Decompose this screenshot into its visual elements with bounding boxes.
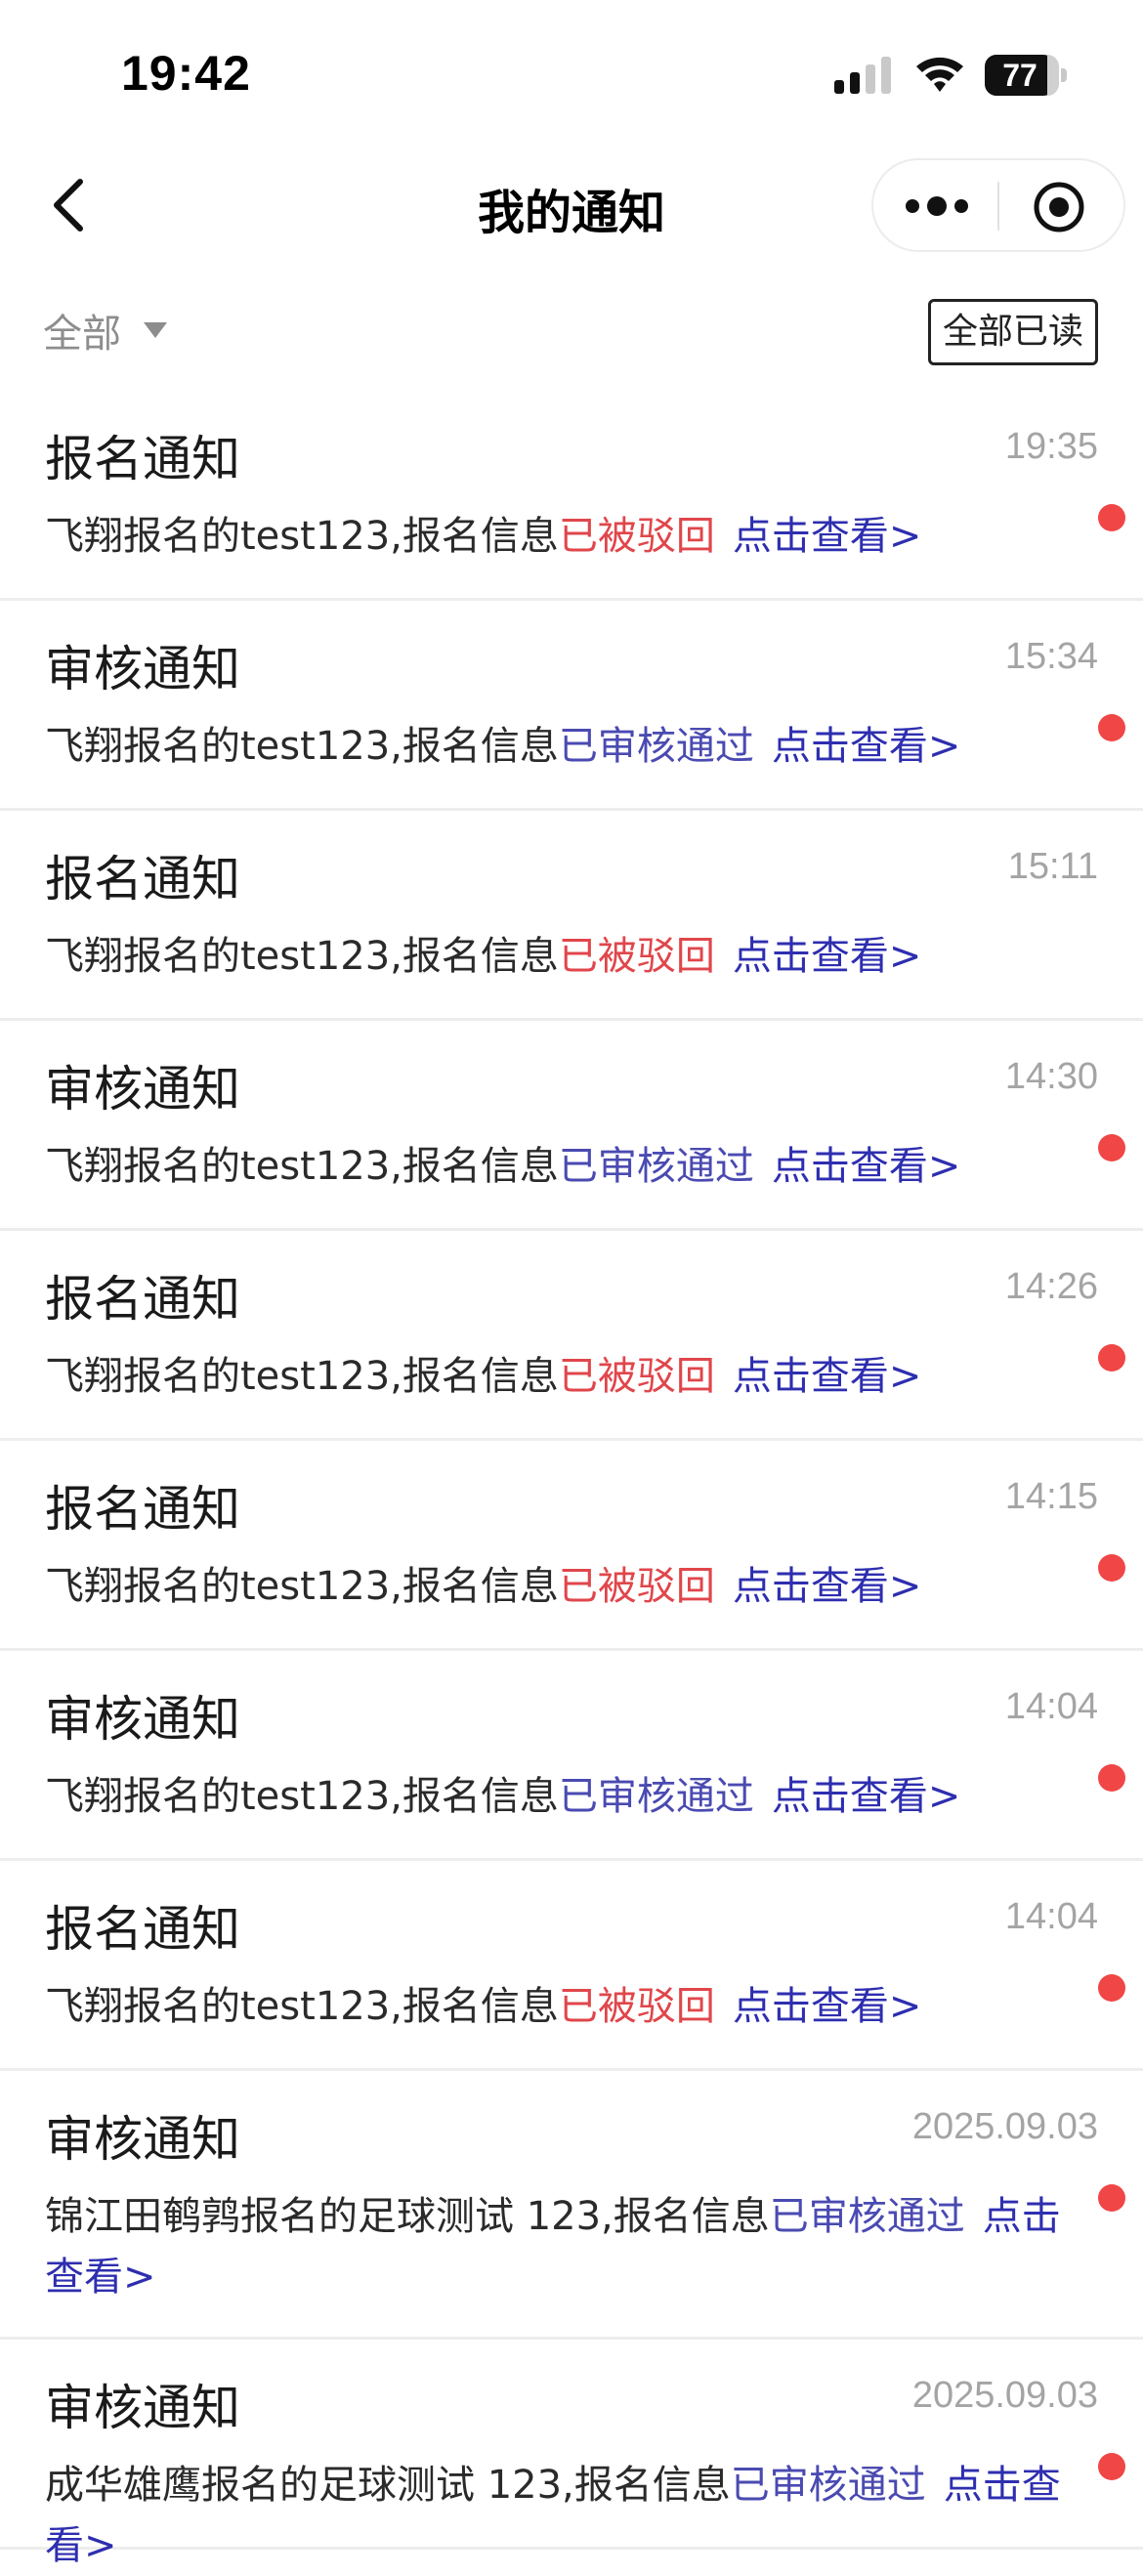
notification-title: 审核通知 <box>45 2111 240 2168</box>
mini-program-capsule <box>871 158 1125 252</box>
status-rejected: 已被驳回 <box>558 1984 715 2029</box>
battery-level: 77 <box>1002 58 1037 93</box>
signal-icon <box>834 57 891 94</box>
status-approved: 已审核通过 <box>769 2194 965 2239</box>
unread-dot <box>1098 2184 1125 2212</box>
notification-message: 飞翔报名的test123,报名信息已被驳回 点击查看> <box>45 1556 1080 1617</box>
message-text: 飞翔报名的test123,报名信息 <box>45 1354 559 1399</box>
notification-title: 报名通知 <box>45 1901 240 1958</box>
message-text: 飞翔报名的test123,报名信息 <box>45 514 559 559</box>
status-rejected: 已被驳回 <box>558 934 715 979</box>
notification-title: 报名通知 <box>45 851 240 908</box>
notification-item[interactable]: 审核通知 15:34 飞翔报名的test123,报名信息已审核通过 点击查看> <box>0 601 1143 811</box>
status-time: 19:42 <box>121 46 251 101</box>
notification-time: 14:04 <box>1004 1686 1098 1727</box>
capsule-divider <box>997 182 999 231</box>
status-bar: 19:42 77 <box>0 0 1143 147</box>
view-details-link[interactable]: 点击查看> <box>733 934 922 979</box>
status-approved: 已审核通过 <box>558 1774 754 1819</box>
unread-dot <box>1098 2453 1125 2480</box>
status-rejected: 已被驳回 <box>558 1354 715 1399</box>
unread-dot <box>1098 1344 1125 1372</box>
notification-item[interactable]: 审核通知 14:30 飞翔报名的test123,报名信息已审核通过 点击查看> <box>0 1021 1143 1231</box>
nav-bar: 我的通知 <box>0 147 1143 264</box>
notification-message: 飞翔报名的test123,报名信息已审核通过 点击查看> <box>45 1766 1080 1827</box>
view-details-link[interactable]: 点击查看> <box>733 1354 922 1399</box>
notification-time: 14:30 <box>1004 1056 1098 1097</box>
unread-dot <box>1098 1134 1125 1161</box>
notification-time: 14:26 <box>1004 1266 1098 1307</box>
notification-item[interactable]: 报名通知 14:04 飞翔报名的test123,报名信息已被驳回 点击查看> <box>0 1861 1143 2071</box>
filter-dropdown[interactable]: 全部 <box>43 301 168 359</box>
wifi-icon <box>916 57 963 92</box>
notification-title: 审核通知 <box>45 1061 240 1118</box>
message-text: 飞翔报名的test123,报名信息 <box>45 1564 559 1609</box>
caret-down-icon <box>144 322 167 338</box>
view-details-link[interactable]: 点击查看> <box>772 1774 961 1819</box>
notification-time: 14:04 <box>1004 1896 1098 1937</box>
notification-time: 15:11 <box>1007 846 1098 887</box>
notification-item[interactable]: 报名通知 19:35 飞翔报名的test123,报名信息已被驳回 点击查看> <box>0 391 1143 601</box>
notification-message: 飞翔报名的test123,报名信息已被驳回 点击查看> <box>45 1976 1080 2037</box>
unread-dot <box>1098 504 1125 531</box>
view-details-link[interactable]: 点击查看> <box>733 1984 922 2029</box>
notification-time: 2025.09.03 <box>911 2375 1098 2416</box>
more-icon[interactable] <box>903 193 971 219</box>
notification-message: 飞翔报名的test123,报名信息已审核通过 点击查看> <box>45 1136 1080 1197</box>
notification-item[interactable]: 报名通知 15:11 飞翔报名的test123,报名信息已被驳回 点击查看> <box>0 811 1143 1021</box>
notification-list: 报名通知 19:35 飞翔报名的test123,报名信息已被驳回 点击查看> 审核通知 1… <box>0 391 1143 2568</box>
notification-title: 审核通知 <box>45 641 240 697</box>
notification-item[interactable]: 报名通知 14:26 飞翔报名的test123,报名信息已被驳回 点击查看> <box>0 1231 1143 1441</box>
view-details-link[interactable]: 点击查看> <box>733 1564 922 1609</box>
unread-dot <box>1098 1764 1125 1792</box>
notification-title: 审核通知 <box>45 1691 240 1748</box>
notification-title: 报名通知 <box>45 1271 240 1328</box>
view-details-link[interactable]: 点击查看> <box>772 1144 961 1189</box>
notification-item[interactable]: 审核通知 2025.09.03 成华雄鹰报名的足球测试 123,报名信息已审核通过点… <box>0 2340 1143 2568</box>
notification-time: 19:35 <box>1004 426 1098 467</box>
notification-title: 报名通知 <box>45 431 240 487</box>
notification-message: 飞翔报名的test123,报名信息已审核通过 点击查看> <box>45 716 1080 777</box>
notification-message: 锦江田鹌鹑报名的足球测试 123,报名信息已审核通过 点击查看> <box>45 2186 1080 2307</box>
filter-bar: 全部 全部已读 <box>0 283 1143 371</box>
notification-item[interactable]: 审核通知 14:04 飞翔报名的test123,报名信息已审核通过 点击查看> <box>0 1651 1143 1861</box>
message-text: 飞翔报名的test123,报名信息 <box>45 1774 559 1819</box>
status-rejected: 已被驳回 <box>558 514 715 559</box>
notification-message: 飞翔报名的test123,报名信息已被驳回 点击查看> <box>45 926 1080 987</box>
status-approved: 已审核通过 <box>558 1144 754 1189</box>
status-rejected: 已被驳回 <box>558 1564 715 1609</box>
message-text: 飞翔报名的test123,报名信息 <box>45 934 559 979</box>
mark-all-read-button[interactable]: 全部已读 <box>928 299 1098 365</box>
notification-title: 报名通知 <box>45 1481 240 1538</box>
view-details-link[interactable]: 点击查看> <box>733 514 922 559</box>
notification-item[interactable]: 审核通知 2025.09.03 锦江田鹌鹑报名的足球测试 123,报名信息已审核通过… <box>0 2071 1143 2340</box>
notification-message: 飞翔报名的test123,报名信息已被驳回 点击查看> <box>45 1346 1080 1407</box>
message-text: 飞翔报名的test123,报名信息 <box>45 724 559 769</box>
message-text: 飞翔报名的test123,报名信息 <box>45 1144 559 1189</box>
unread-dot <box>1098 1974 1125 2002</box>
status-approved: 已审核通过 <box>730 2463 926 2508</box>
target-icon[interactable] <box>1032 180 1086 234</box>
message-text: 成华雄鹰报名的足球测试 123,报名信息 <box>45 2463 731 2508</box>
filter-label: 全部 <box>43 312 121 357</box>
notification-message: 飞翔报名的test123,报名信息已被驳回 点击查看> <box>45 506 1080 567</box>
battery-icon: 77 <box>985 55 1067 96</box>
unread-dot <box>1098 714 1125 741</box>
notification-time: 2025.09.03 <box>911 2106 1098 2147</box>
notification-time: 15:34 <box>1004 636 1098 677</box>
notification-title: 审核通知 <box>45 2380 240 2436</box>
view-details-link[interactable]: 点击查看> <box>772 724 961 769</box>
message-text: 锦江田鹌鹑报名的足球测试 123,报名信息 <box>45 2194 770 2239</box>
notification-time: 14:15 <box>1004 1476 1098 1517</box>
notification-item[interactable]: 报名通知 14:15 飞翔报名的test123,报名信息已被驳回 点击查看> <box>0 1441 1143 1651</box>
status-approved: 已审核通过 <box>558 724 754 769</box>
unread-dot <box>1098 1554 1125 1582</box>
message-text: 飞翔报名的test123,报名信息 <box>45 1984 559 2029</box>
